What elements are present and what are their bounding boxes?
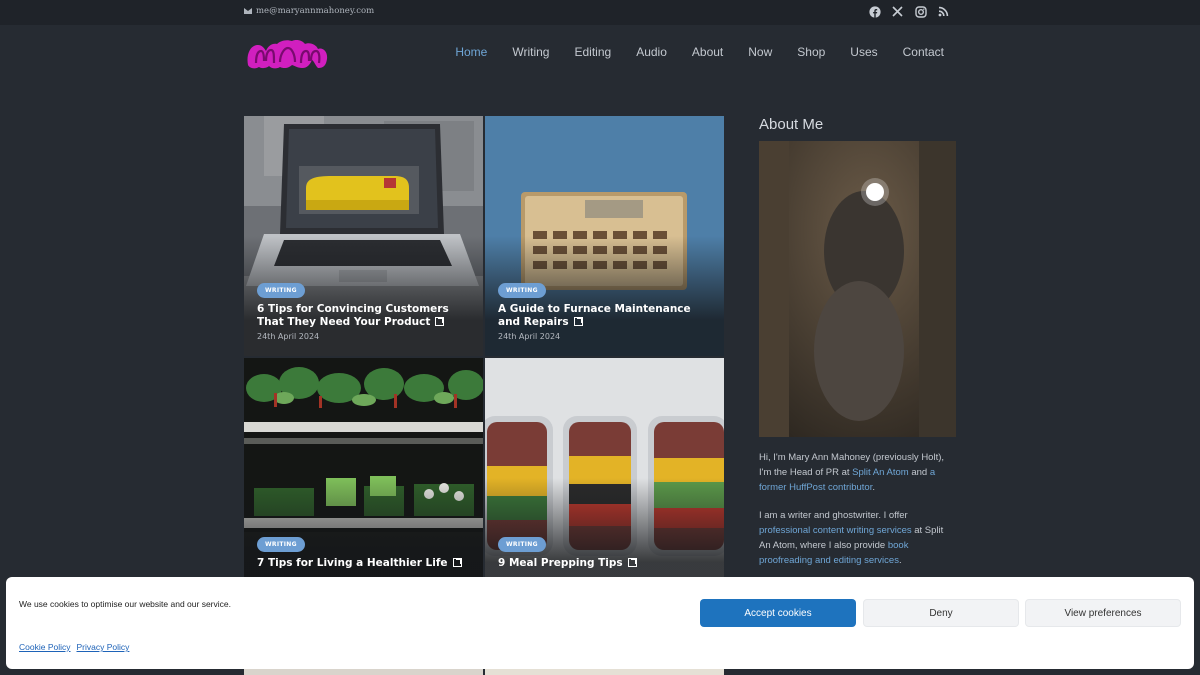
post-title-text[interactable]: 9 Meal Prepping Tips <box>498 557 623 569</box>
post-title-text[interactable]: A Guide to Furnace Maintenance and Repai… <box>498 303 691 328</box>
cookie-policy-link[interactable]: Cookie Policy <box>19 642 71 652</box>
external-link-icon <box>627 558 637 567</box>
envelope-icon <box>244 8 252 14</box>
category-badge[interactable]: WRITING <box>257 537 305 552</box>
external-link-icon <box>452 558 462 567</box>
post-date: 24th April 2024 <box>498 332 561 341</box>
nav-audio[interactable]: Audio <box>636 45 667 59</box>
post-title[interactable]: 7 Tips for Living a Healthier Life <box>257 557 465 570</box>
category-badge[interactable]: WRITING <box>498 283 546 298</box>
cookie-banner: We use cookies to optimise our website a… <box>6 577 1194 669</box>
external-link-icon <box>573 317 583 326</box>
post-title[interactable]: A Guide to Furnace Maintenance and Repai… <box>498 303 706 329</box>
link-split-an-atom[interactable]: Split An Atom <box>852 467 909 478</box>
nav-now[interactable]: Now <box>748 45 772 59</box>
post-title[interactable]: 9 Meal Prepping Tips <box>498 557 706 570</box>
accept-cookies-button[interactable]: Accept cookies <box>700 599 856 627</box>
post-card[interactable]: WRITING A Guide to Furnace Maintenance a… <box>485 116 724 356</box>
bio-text: I am a writer and ghostwriter. I offer <box>759 510 908 521</box>
nav-contact[interactable]: Contact <box>903 45 944 59</box>
bio-paragraph-1: Hi, I'm Mary Ann Mahoney (previously Hol… <box>759 450 956 495</box>
facebook-icon[interactable] <box>868 5 881 18</box>
bio-text: and <box>908 467 930 478</box>
nav-editing[interactable]: Editing <box>574 45 611 59</box>
contact-email[interactable]: me@maryannmahoney.com <box>244 6 374 16</box>
author-photo <box>759 141 956 437</box>
post-card[interactable]: WRITING 7 Tips for Living a Healthier Li… <box>244 358 483 598</box>
post-date: 24th April 2024 <box>257 332 320 341</box>
post-title-text[interactable]: 6 Tips for Convincing Customers That The… <box>257 303 449 328</box>
bio-paragraph-2: I am a writer and ghostwriter. I offer p… <box>759 508 956 568</box>
nav-writing[interactable]: Writing <box>512 45 549 59</box>
instagram-icon[interactable] <box>914 5 927 18</box>
bio-text: . <box>872 482 875 493</box>
category-badge[interactable]: WRITING <box>257 283 305 298</box>
privacy-policy-link[interactable]: Privacy Policy <box>77 642 130 652</box>
rss-icon[interactable] <box>937 5 950 18</box>
social-links <box>868 5 950 18</box>
nav-uses[interactable]: Uses <box>850 45 877 59</box>
post-title-text[interactable]: 7 Tips for Living a Healthier Life <box>257 557 448 569</box>
post-card[interactable]: WRITING 9 Meal Prepping Tips <box>485 358 724 598</box>
site-logo[interactable] <box>244 35 330 73</box>
main-nav: Home Writing Editing Audio About Now Sho… <box>430 45 944 59</box>
view-preferences-button[interactable]: View preferences <box>1025 599 1181 627</box>
bio-text: . <box>898 555 902 566</box>
top-bar: me@maryannmahoney.com <box>0 0 1200 25</box>
post-card[interactable]: WRITING 6 Tips for Convincing Customers … <box>244 116 483 356</box>
email-text[interactable]: me@maryannmahoney.com <box>256 6 374 16</box>
site-header: Home Writing Editing Audio About Now Sho… <box>0 25 1200 85</box>
category-badge[interactable]: WRITING <box>498 537 546 552</box>
x-icon[interactable] <box>891 5 904 18</box>
deny-cookies-button[interactable]: Deny <box>863 599 1019 627</box>
post-title[interactable]: 6 Tips for Convincing Customers That The… <box>257 303 465 329</box>
cookie-policy-links: Cookie Policy Privacy Policy <box>19 642 129 652</box>
sidebar-title: About Me <box>759 116 824 133</box>
next-row-image <box>244 669 483 675</box>
next-row-image <box>485 669 724 675</box>
nav-shop[interactable]: Shop <box>797 45 825 59</box>
nav-home[interactable]: Home <box>455 45 487 59</box>
cookie-message: We use cookies to optimise our website a… <box>19 599 231 609</box>
nav-about[interactable]: About <box>692 45 723 59</box>
link-content-writing-services[interactable]: professional content writing services <box>759 525 912 536</box>
external-link-icon <box>435 317 445 326</box>
